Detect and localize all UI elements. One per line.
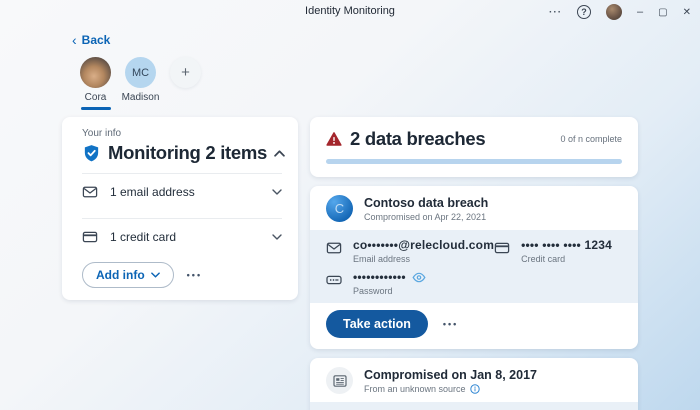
breach-card-unknown-source: Compromised on Jan 8, 2017 From an unkno… [310, 358, 638, 410]
window-controls: ··· ? – ▢ ✕ [549, 0, 691, 24]
shield-check-icon [82, 144, 101, 163]
credit-card-value: •••• •••• •••• 1234 [521, 238, 612, 252]
breaches-header-card: 2 data breaches 0 of n complete [310, 117, 638, 177]
mail-icon [326, 240, 342, 256]
email-label: Email address [353, 254, 411, 264]
monitoring-title: Monitoring 2 items [108, 142, 268, 163]
password-icon [326, 272, 342, 288]
your-info-card: Your info Monitoring 2 items 1 email add… [62, 117, 298, 300]
breaches-section: 2 data breaches 0 of n complete C Contos… [310, 117, 638, 410]
info-icon[interactable] [469, 383, 480, 394]
warning-icon [326, 131, 342, 147]
more-options-icon[interactable]: ••• [187, 270, 202, 280]
password-label: Password [353, 286, 393, 296]
progress-label: 0 of n complete [560, 134, 622, 144]
breaches-heading: 2 data breaches [350, 128, 486, 149]
credit-card-label: Credit card [521, 254, 566, 264]
take-action-button[interactable]: Take action [326, 310, 428, 338]
breach-title: Compromised on Jan 8, 2017 [364, 367, 537, 382]
back-button[interactable]: ‹ Back [72, 33, 110, 47]
breach-subtitle: From an unknown source [364, 383, 466, 394]
mail-icon [82, 184, 98, 200]
breach-details: co•••••••@relecloud.com Email address ••… [310, 230, 638, 303]
account-avatar[interactable] [606, 4, 623, 20]
password-value: •••••••••••• [353, 270, 406, 284]
profile-name: Madison [121, 92, 160, 103]
email-address-row[interactable]: 1 email address [82, 174, 282, 209]
breach-card-header: C Contoso data breach Compromised on Apr… [310, 186, 638, 230]
profile-switcher: Cora MC Madison + [77, 57, 204, 110]
monitoring-header[interactable]: Monitoring 2 items [82, 142, 285, 164]
show-password-eye-icon[interactable] [412, 272, 426, 283]
maximize-icon[interactable]: ▢ [658, 7, 667, 18]
news-icon [326, 367, 353, 394]
breach-details: co•••••••@relecloud.com Email address ••… [310, 402, 638, 410]
contoso-monogram: C [326, 195, 353, 222]
breach-card-footer: Take action ••• [310, 303, 638, 349]
minimize-icon[interactable]: – [637, 6, 643, 18]
progress-bar [326, 159, 622, 164]
email-value: co•••••••@relecloud.com [353, 238, 495, 252]
credit-card-row-label: 1 credit card [110, 229, 177, 244]
breach-card-contoso: C Contoso data breach Compromised on Apr… [310, 186, 638, 349]
detail-email: co•••••••@relecloud.com Email address [326, 238, 494, 264]
close-icon[interactable]: ✕ [683, 7, 691, 18]
credit-card-icon [82, 229, 98, 245]
chevron-left-icon: ‹ [72, 32, 77, 48]
email-row-label: 1 email address [110, 184, 195, 199]
more-options-icon[interactable]: ••• [443, 319, 458, 329]
chevron-down-icon[interactable] [272, 188, 282, 195]
profile-madison[interactable]: MC Madison [122, 57, 159, 110]
your-info-eyebrow: Your info [82, 128, 122, 139]
detail-credit-card: •••• •••• •••• 1234 Credit card [494, 238, 622, 264]
cora-avatar[interactable] [80, 57, 111, 88]
help-icon[interactable]: ? [577, 5, 592, 19]
your-info-footer: Add info ••• [82, 262, 282, 288]
profile-cora[interactable]: Cora [77, 57, 114, 110]
profile-name: Cora [84, 92, 107, 103]
breaches-header-row: 2 data breaches 0 of n complete [326, 128, 622, 150]
chevron-up-icon[interactable] [274, 149, 285, 157]
title-bar: Identity Monitoring ··· ? – ▢ ✕ [0, 0, 700, 24]
credit-card-row[interactable]: 1 credit card [82, 219, 282, 254]
detail-password: •••••••••••• Password [326, 270, 494, 296]
breach-card-header: Compromised on Jan 8, 2017 From an unkno… [310, 358, 638, 402]
back-label: Back [81, 33, 111, 47]
add-info-button[interactable]: Add info [82, 262, 174, 288]
identity-monitoring-window: Identity Monitoring ··· ? – ▢ ✕ ‹ Back C… [0, 0, 700, 410]
selected-indicator [80, 107, 111, 110]
credit-card-icon [494, 240, 510, 256]
chevron-down-icon[interactable] [272, 233, 282, 240]
add-profile-icon[interactable]: + [170, 57, 201, 88]
more-options-icon[interactable]: ··· [549, 7, 562, 18]
add-info-label: Add info [96, 268, 145, 282]
breach-subtitle: Compromised on Apr 22, 2021 [364, 211, 487, 222]
breach-title: Contoso data breach [364, 195, 489, 210]
madison-avatar[interactable]: MC [125, 57, 156, 88]
add-profile[interactable]: + [167, 57, 204, 110]
